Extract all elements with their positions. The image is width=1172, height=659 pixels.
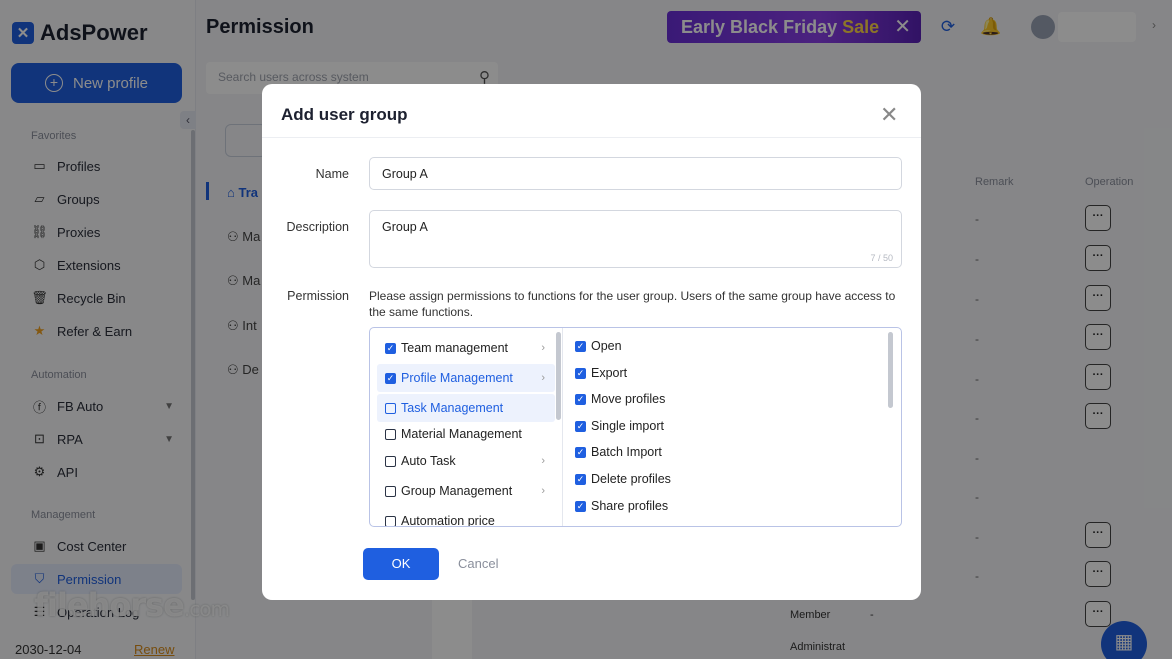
module-label: Auto Task [401, 454, 456, 468]
module-item-group-management[interactable]: Group Management › [377, 477, 555, 505]
module-list: ✓ Team management › ✓ Profile Management › T… [370, 328, 563, 527]
checkbox-checked-icon[interactable]: ✓ [575, 473, 586, 485]
module-item-task-management[interactable]: Task Management [377, 394, 555, 422]
module-item-material-management[interactable]: Material Management [377, 420, 555, 448]
function-item-move-profiles[interactable]: ✓ Move profiles [575, 392, 665, 406]
checkbox-checked-icon[interactable]: ✓ [385, 342, 396, 354]
close-icon[interactable]: ✕ [880, 102, 898, 128]
chevron-right-icon: › [541, 485, 545, 497]
chevron-right-icon: › [541, 372, 545, 384]
function-item-batch-import[interactable]: ✓ Batch Import [575, 445, 662, 459]
description-value: Group A [382, 220, 428, 234]
checkbox-icon[interactable] [385, 515, 396, 526]
checkbox-icon[interactable] [385, 485, 396, 497]
checkbox-icon[interactable] [385, 455, 396, 467]
function-list-scrollbar[interactable] [888, 332, 893, 408]
module-label: Automation price [401, 514, 495, 527]
function-item-open[interactable]: ✓ Open [575, 339, 622, 353]
checkbox-icon[interactable] [385, 402, 396, 414]
name-label: Name [315, 167, 349, 181]
character-counter: 7 / 50 [870, 253, 893, 263]
permission-selector: ✓ Team management › ✓ Profile Management › T… [369, 327, 902, 527]
function-label: Delete profiles [591, 472, 671, 486]
function-item-share-profiles[interactable]: ✓ Share profiles [575, 499, 668, 513]
function-item-export[interactable]: ✓ Export [575, 366, 627, 380]
dialog-title: Add user group [281, 105, 408, 124]
module-list-scrollbar[interactable] [556, 332, 561, 420]
module-item-automation-price[interactable]: Automation price [377, 507, 555, 527]
module-label: Profile Management [401, 371, 513, 385]
name-value: Group A [382, 167, 428, 181]
checkbox-checked-icon[interactable]: ✓ [385, 372, 396, 384]
function-label: Single import [591, 419, 664, 433]
module-label: Team management [401, 341, 509, 355]
function-label: Share profiles [591, 499, 669, 513]
add-user-group-dialog: Add user group ✕ Name Group A Descriptio… [262, 84, 921, 600]
checkbox-checked-icon[interactable]: ✓ [575, 420, 586, 432]
chevron-right-icon: › [541, 455, 545, 467]
cancel-button[interactable]: Cancel [458, 556, 498, 571]
description-field[interactable]: Group A 7 / 50 [369, 210, 902, 268]
ok-button[interactable]: OK [363, 548, 439, 580]
module-item-team-management[interactable]: ✓ Team management › [377, 334, 555, 362]
permission-description: Please assign permissions to functions f… [369, 289, 896, 319]
module-item-profile-management[interactable]: ✓ Profile Management › [377, 364, 555, 392]
checkbox-checked-icon[interactable]: ✓ [575, 340, 586, 352]
description-label: Description [286, 220, 349, 234]
checkbox-checked-icon[interactable]: ✓ [575, 367, 586, 379]
checkbox-icon[interactable] [385, 428, 396, 440]
permission-label: Permission [287, 289, 349, 303]
module-item-auto-task[interactable]: Auto Task › [377, 447, 555, 475]
checkbox-checked-icon[interactable]: ✓ [575, 500, 586, 512]
function-item-single-import[interactable]: ✓ Single import [575, 419, 664, 433]
module-label: Task Management [401, 401, 504, 415]
checkbox-checked-icon[interactable]: ✓ [575, 393, 586, 405]
function-label: Batch Import [591, 445, 662, 459]
function-label: Export [591, 366, 628, 380]
function-label: Open [591, 339, 622, 353]
divider [262, 137, 921, 138]
checkbox-checked-icon[interactable]: ✓ [575, 446, 586, 458]
module-label: Group Management [401, 484, 513, 498]
function-item-delete-profiles[interactable]: ✓ Delete profiles [575, 472, 671, 486]
chevron-right-icon: › [541, 342, 545, 354]
function-label: Move profiles [591, 392, 666, 406]
name-field[interactable]: Group A [369, 157, 902, 190]
module-label: Material Management [401, 427, 522, 441]
